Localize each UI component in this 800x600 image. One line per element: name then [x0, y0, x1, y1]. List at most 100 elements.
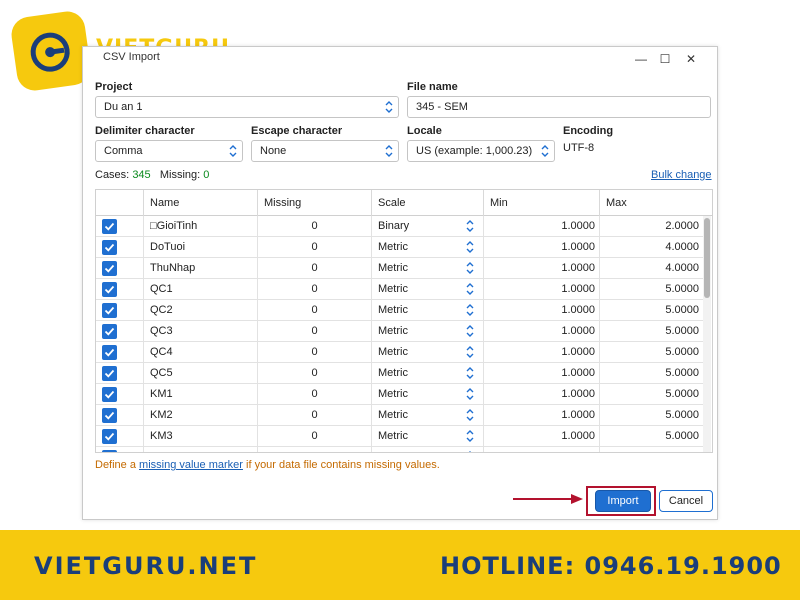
table-row[interactable]: □GioiTinh 0 Binary 1.0000 2.0000	[96, 216, 704, 237]
cell-scale[interactable]: Metric	[372, 237, 484, 258]
col-header-scale[interactable]: Scale	[372, 190, 484, 216]
row-checkbox[interactable]	[102, 219, 117, 234]
table-row[interactable]: QC3 0 Metric 1.0000 5.0000	[96, 321, 704, 342]
row-checkbox[interactable]	[102, 240, 117, 255]
cell-missing: 0	[258, 279, 372, 300]
cancel-button[interactable]: Cancel	[659, 490, 713, 512]
max-value: 5.0000	[665, 325, 699, 337]
cell-missing: 0	[258, 300, 372, 321]
row-checkbox[interactable]	[102, 303, 117, 318]
updown-icon	[466, 430, 474, 442]
table-row[interactable]: QC4 0 Metric 1.0000 5.0000	[96, 342, 704, 363]
maximize-button[interactable]: ☐	[655, 50, 675, 68]
max-value: 2.0000	[665, 220, 699, 232]
updown-icon	[541, 145, 549, 157]
cell-scale[interactable]: Metric	[372, 363, 484, 384]
row-checkbox-cell	[96, 321, 144, 342]
row-checkbox[interactable]	[102, 408, 117, 423]
min-value: 1.0000	[561, 346, 595, 358]
table-row[interactable]: DoTuoi 0 Metric 1.0000 4.0000	[96, 237, 704, 258]
table-row[interactable]: KM1 0 Metric 1.0000 5.0000	[96, 384, 704, 405]
import-button[interactable]: Import	[595, 490, 651, 512]
cell-missing: 0	[258, 363, 372, 384]
cell-scale[interactable]: Metric	[372, 258, 484, 279]
cell-name: KM2	[144, 405, 258, 426]
cell-name: KM4	[144, 447, 258, 452]
cell-missing: 0	[258, 321, 372, 342]
cell-scale[interactable]: Metric	[372, 405, 484, 426]
row-checkbox[interactable]	[102, 387, 117, 402]
col-header-max[interactable]: Max	[600, 190, 712, 216]
table-row[interactable]: KM3 0 Metric 1.0000 5.0000	[96, 426, 704, 447]
cell-min: 1.0000	[484, 405, 600, 426]
locale-select[interactable]: US (example: 1,000.23)	[407, 140, 555, 162]
cell-scale[interactable]: Metric	[372, 426, 484, 447]
cell-scale[interactable]: Metric	[372, 447, 484, 452]
scale-value: Metric	[378, 346, 408, 358]
name-value: KM4	[150, 451, 173, 452]
min-value: 1.0000	[561, 304, 595, 316]
min-value: 1.0000	[561, 262, 595, 274]
footer-banner: VIETGURU.NET HOTLINE: 0946.19.1900	[0, 530, 800, 600]
row-checkbox[interactable]	[102, 261, 117, 276]
check-icon	[104, 452, 115, 453]
col-header-name[interactable]: Name	[144, 190, 258, 216]
row-checkbox-cell	[96, 300, 144, 321]
cases-count: 345	[132, 169, 151, 181]
cell-min: 1.0000	[484, 300, 600, 321]
row-checkbox[interactable]	[102, 324, 117, 339]
table-row[interactable]: KM2 0 Metric 1.0000 5.0000	[96, 405, 704, 426]
min-value: 1.0000	[561, 241, 595, 253]
project-value: Du an 1	[104, 101, 143, 113]
cell-missing: 0	[258, 405, 372, 426]
close-button[interactable]: ✕	[681, 50, 701, 68]
table-row[interactable]: QC2 0 Metric 1.0000 5.0000	[96, 300, 704, 321]
max-value: 5.0000	[665, 304, 699, 316]
scale-value: Metric	[378, 388, 408, 400]
file-name-value: 345 - SEM	[416, 101, 468, 113]
escape-select[interactable]: None	[251, 140, 399, 162]
row-checkbox-cell	[96, 447, 144, 453]
updown-icon	[466, 367, 474, 379]
scale-value: Metric	[378, 325, 408, 337]
cell-min: 1.0000	[484, 342, 600, 363]
col-header-min[interactable]: Min	[484, 190, 600, 216]
cell-missing: 0	[258, 384, 372, 405]
cell-name: KM3	[144, 426, 258, 447]
name-value: QC2	[150, 304, 173, 316]
scrollbar-thumb[interactable]	[704, 218, 710, 298]
missing-value: 0	[311, 451, 317, 452]
col-header-missing[interactable]: Missing	[258, 190, 372, 216]
row-checkbox[interactable]	[102, 366, 117, 381]
row-checkbox[interactable]	[102, 429, 117, 444]
cell-scale[interactable]: Binary	[372, 216, 484, 237]
delimiter-select[interactable]: Comma	[95, 140, 243, 162]
max-value: 5.0000	[665, 283, 699, 295]
cell-scale[interactable]: Metric	[372, 279, 484, 300]
escape-value: None	[260, 145, 287, 157]
col-select-header	[96, 190, 144, 216]
cell-missing: 0	[258, 447, 372, 452]
cell-scale[interactable]: Metric	[372, 342, 484, 363]
cell-min: 1.0000	[484, 426, 600, 447]
cell-scale[interactable]: Metric	[372, 384, 484, 405]
cell-scale[interactable]: Metric	[372, 321, 484, 342]
file-name-input[interactable]: 345 - SEM	[407, 96, 711, 118]
table-row[interactable]: QC5 0 Metric 1.0000 5.0000	[96, 363, 704, 384]
table-row[interactable]: QC1 0 Metric 1.0000 5.0000	[96, 279, 704, 300]
cell-scale[interactable]: Metric	[372, 300, 484, 321]
row-checkbox[interactable]	[102, 345, 117, 360]
table-scrollbar[interactable]	[703, 216, 711, 452]
cell-missing: 0	[258, 426, 372, 447]
table-row[interactable]: KM4 0 Metric 1.0000 5.0000	[96, 447, 704, 453]
vietguru-logo	[9, 9, 93, 93]
minimize-button[interactable]: —	[631, 50, 651, 68]
row-checkbox[interactable]	[102, 282, 117, 297]
updown-icon	[469, 451, 471, 452]
row-checkbox[interactable]	[102, 450, 117, 453]
table-row[interactable]: ThuNhap 0 Metric 1.0000 4.0000	[96, 258, 704, 279]
project-select[interactable]: Du an 1	[95, 96, 399, 118]
bulk-change-link[interactable]: Bulk change	[651, 169, 712, 181]
locale-label: Locale	[407, 125, 442, 137]
missing-value-marker-link[interactable]: missing value marker	[139, 459, 243, 471]
